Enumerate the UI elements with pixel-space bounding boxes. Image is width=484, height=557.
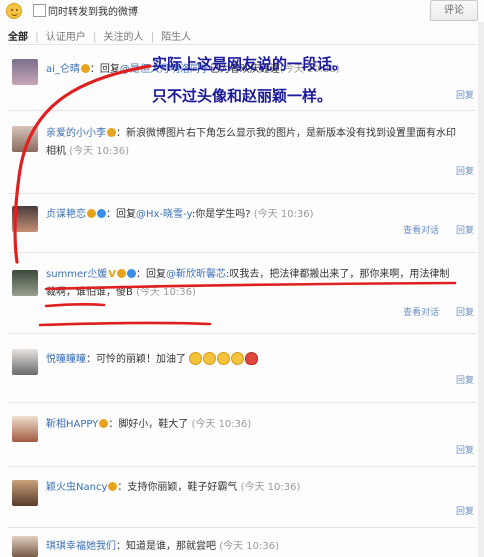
comment-text: summer尐媛V ：回复@靳欣昕馨芯:叹我去，把法律都搬出来了，那你来啊，用法律… [46,266,456,302]
reply-link[interactable]: 回复 [456,167,474,177]
avatar[interactable] [12,416,38,442]
comment-username[interactable]: summer尐媛 [46,269,107,280]
comment-text: 亲爱的小小李 ：新浪微博图片右下角怎么显示我的图片，是新版本没有找到设置里面有水印… [46,128,456,157]
comment-actions: 回复 [442,164,474,177]
comment-text: 颖火虫Nancy ：支持你丽颖，鞋子好霸气 (今天 10:36) [46,482,301,493]
reply-link[interactable]: 回复 [456,507,474,517]
comment-username[interactable]: 琪琪幸福她我们 [46,541,116,552]
emoji-icon [203,352,217,365]
divider [8,193,476,194]
avatar[interactable] [12,270,38,296]
comment-item: summer尐媛V ：回复@靳欣昕馨芯:叹我去，把法律都搬出来了，那你来啊，用法律… [0,260,484,322]
comment-item: 颖火虫Nancy ：支持你丽颖，鞋子好霸气 (今天 10:36) 回复 [0,474,484,526]
comment-actions: 回复 [442,443,474,456]
comment-time: (今天 10:36) [240,482,301,493]
annotation-underline-3 [38,321,212,327]
avatar[interactable] [12,349,38,375]
comment-username[interactable]: 悦曈瞳瞳 [46,354,86,365]
comment-actions: 回复 [442,504,474,517]
comment-text: 悦曈瞳瞳：可怜的丽颖！加油了 [46,351,466,372]
filter-following[interactable]: 关注的人 [104,32,144,43]
comment-actions: 回复 [442,88,474,101]
divider [8,252,476,253]
divider [8,466,476,467]
reply-link[interactable]: 回复 [456,376,474,386]
vip-badge-icon [87,209,96,218]
comment-username[interactable]: 颖火虫Nancy [46,482,107,493]
emoji-icons [189,352,259,372]
comment-actions: 查看对话 回复 [389,223,474,236]
filter-verified[interactable]: 认证用户 [46,32,86,43]
member-badge-icon [127,269,137,278]
emoji-icon [189,352,203,365]
overlay-caption-line-1: 实际上这是网友说的一段话。 [152,55,348,73]
comment-username[interactable]: 亲爱的小小李 [46,128,106,139]
comment-item: 琪琪幸福她我们：知道是谁，那就尝吧 (今天 10:36) [0,533,484,557]
comment-time: (今天 10:36) [191,419,252,430]
comment-username[interactable]: 靳相HAPPY [46,419,98,430]
filter-strangers[interactable]: 陌生人 [161,32,191,43]
comment-toolbar: 同时转发到我的微博 评论 [0,0,484,22]
avatar[interactable] [12,480,38,506]
divider [8,110,476,111]
divider [8,44,476,45]
emoji-icon[interactable] [6,3,22,19]
emoji-icon [217,352,231,365]
filter-separator: | [35,32,39,43]
divider [8,333,476,334]
comment-username[interactable]: ai_仑晴 [46,64,80,75]
reply-link[interactable]: 回复 [456,91,474,101]
vip-badge-icon [80,64,90,73]
overlay-caption-line-2: 只不过头像和赵丽颖一样。 [152,87,333,105]
comment-mention[interactable]: @Hx-晓雪-y [136,209,192,220]
comment-actions: 查看对话 回复 [389,305,474,318]
view-conversation-link[interactable]: 查看对话 [403,226,439,236]
comment-time: (今天 10:36) [253,209,314,220]
vip-badge-icon [107,128,116,137]
comment-text: 贞谋艳恋 ：回复@Hx-晓雪-y:你是学生吗? (今天 10:36) [46,209,314,220]
comment-item: 亲爱的小小李 ：新浪微博图片右下角怎么显示我的图片，是新版本没有找到设置里面有水印… [0,120,484,188]
reply-link[interactable]: 回复 [456,308,474,318]
comment-username[interactable]: 贞谋艳恋 [46,209,86,220]
repost-checkbox[interactable] [33,4,46,17]
avatar[interactable] [12,206,38,232]
comment-text: 琪琪幸福她我们：知道是谁，那就尝吧 (今天 10:36) [46,541,279,552]
vip-badge-icon [117,269,127,278]
comment-text: 靳相HAPPY ：脚好小，鞋大了 (今天 10:36) [46,419,252,430]
comment-filter-bar: 全部 | 认证用户 | 关注的人 | 陌生人 [8,28,195,43]
divider [8,402,476,403]
avatar[interactable] [12,126,38,152]
filter-separator: | [150,32,155,43]
member-badge-icon [97,209,106,218]
divider [8,527,476,528]
repost-checkbox-label: 同时转发到我的微博 [48,7,138,18]
view-conversation-link[interactable]: 查看对话 [403,308,439,318]
avatar[interactable] [12,536,38,557]
comment-time: (今天 10:36) [219,541,279,552]
comment-mention[interactable]: @靳欣昕馨芯 [166,269,226,280]
comment-time: (今天 10:36) [69,146,129,157]
reply-link[interactable]: 回复 [456,226,474,236]
verified-v-icon: V [108,269,117,280]
comment-time: (今天 10:36) [136,287,196,298]
filter-separator: | [92,32,97,43]
scrollbar[interactable] [478,22,484,557]
comment-item: 靳相HAPPY ：脚好小，鞋大了 (今天 10:36) 回复 [0,410,484,462]
vip-badge-icon [99,419,109,428]
comment-actions: 回复 [442,373,474,386]
filter-all[interactable]: 全部 [8,32,28,43]
comment-button[interactable]: 评论 [430,0,478,21]
comment-item: 悦曈瞳瞳：可怜的丽颖！加油了 回复 [0,341,484,399]
reply-link[interactable]: 回复 [456,446,474,456]
heart-icon [245,352,259,365]
comment-item: 贞谋艳恋 ：回复@Hx-晓雪-y:你是学生吗? (今天 10:36) 查看对话 回… [0,202,484,252]
avatar[interactable] [12,59,38,85]
emoji-icon [231,352,245,365]
